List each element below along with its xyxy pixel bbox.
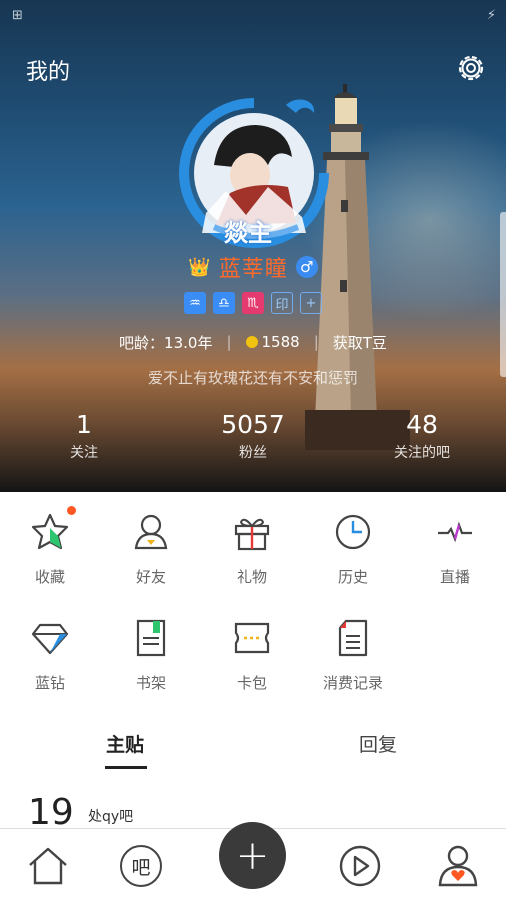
menu-spending-records[interactable]: 消费记录 — [303, 606, 403, 693]
menu-label: 好友 — [135, 568, 166, 586]
menu-live[interactable]: 直播 — [405, 500, 505, 587]
menu-label: 收藏 — [34, 568, 65, 586]
separator: | — [226, 333, 232, 351]
post-date: 19 — [28, 792, 74, 833]
active-tab-indicator — [105, 766, 147, 769]
bookshelf-icon — [136, 619, 166, 657]
seal-badge-icon[interactable]: 印 — [271, 292, 293, 314]
menu-favorites[interactable]: 收藏 — [0, 500, 100, 587]
menu-label: 消费记录 — [322, 674, 383, 692]
menu-label: 蓝钻 — [34, 674, 65, 692]
account-age: 吧龄：13.0年 — [119, 333, 213, 352]
create-post-button[interactable]: + — [219, 822, 286, 889]
crown-icon: 👑 — [188, 256, 211, 278]
diamond-icon — [31, 623, 69, 655]
star-icon — [31, 513, 69, 550]
stat-label: 粉丝 — [239, 445, 267, 461]
get-coins-link[interactable]: 获取T豆 — [333, 332, 387, 353]
bottom-navigation: 吧 + — [0, 822, 506, 901]
username[interactable]: 蓝莘瞳 — [219, 251, 288, 283]
post-preview[interactable]: 19 处qy吧 — [28, 792, 133, 833]
menu-blue-diamond[interactable]: 蓝钻 — [0, 606, 100, 693]
friend-icon — [134, 514, 168, 550]
coin-count: 1588 — [261, 333, 300, 351]
menu-label: 卡包 — [236, 674, 267, 692]
home-icon[interactable] — [25, 843, 71, 889]
stat-followed-bars[interactable]: 48 关注的吧 — [362, 410, 482, 462]
bar-forum-icon[interactable]: 吧 — [120, 845, 162, 887]
menu-label: 书架 — [135, 674, 166, 692]
battery-charging-icon: ⚡ — [486, 8, 496, 23]
aquarius-badge-icon[interactable]: ♒ — [184, 292, 206, 314]
tab-posts[interactable]: 主贴 — [106, 730, 144, 757]
menu-label: 直播 — [439, 568, 470, 586]
stat-number: 48 — [406, 410, 438, 439]
live-icon — [438, 521, 472, 543]
receipt-icon — [338, 619, 368, 657]
menu-card-pack[interactable]: 卡包 — [202, 606, 302, 693]
menu-label: 礼物 — [236, 568, 267, 586]
notification-dot — [67, 506, 76, 515]
male-gender-icon: ♂ — [295, 256, 318, 278]
gift-icon — [234, 518, 270, 551]
content-tabs: 主贴 回复 — [0, 730, 506, 770]
username-row: 👑 蓝莘瞳 ♂ — [0, 252, 506, 282]
avatar[interactable]: 燚主 — [176, 95, 332, 255]
add-badge-button[interactable]: + — [300, 292, 322, 314]
menu-gifts[interactable]: 礼物 — [202, 500, 302, 587]
badge-row: ♒ ♎ ♏ 印 + — [0, 292, 506, 318]
status-icons-left: ⊞ — [12, 8, 23, 23]
profile-meta-row: 吧龄：13.0年 | 1588 | 获取T豆 — [0, 331, 506, 353]
stat-number: 5057 — [221, 410, 285, 439]
menu-history[interactable]: 历史 — [303, 500, 403, 587]
stats-row: 1 关注 5057 粉丝 48 关注的吧 — [0, 410, 506, 470]
menu-friends[interactable]: 好友 — [101, 500, 201, 587]
stat-fans[interactable]: 5057 粉丝 — [193, 410, 313, 462]
menu-bookshelf[interactable]: 书架 — [101, 606, 201, 693]
tab-replies[interactable]: 回复 — [359, 730, 397, 757]
status-bar: ⊞ ⚡ — [0, 0, 506, 34]
stat-number: 1 — [76, 410, 92, 439]
stat-following[interactable]: 1 关注 — [24, 410, 144, 462]
video-play-icon[interactable] — [337, 843, 383, 889]
profile-tab-icon[interactable] — [435, 843, 481, 889]
card-pack-icon — [234, 622, 270, 654]
separator: | — [313, 333, 319, 351]
menu-label: 历史 — [337, 568, 368, 586]
libra-badge-icon[interactable]: ♎ — [213, 292, 235, 314]
stat-label: 关注 — [70, 445, 98, 461]
coin-balance[interactable]: 1588 — [245, 333, 300, 351]
settings-gear-icon[interactable] — [455, 52, 487, 84]
clock-icon — [335, 514, 371, 550]
avatar-title-tag: 燚主 — [224, 219, 272, 247]
stat-label: 关注的吧 — [394, 445, 450, 461]
page-title: 我的 — [26, 60, 71, 85]
scorpio-badge-icon[interactable]: ♏ — [242, 292, 264, 314]
coin-icon — [245, 336, 258, 348]
user-bio: 爱不止有玫瑰花还有不安和惩罚 — [147, 369, 358, 387]
post-bar-name[interactable]: 处qy吧 — [88, 806, 133, 826]
